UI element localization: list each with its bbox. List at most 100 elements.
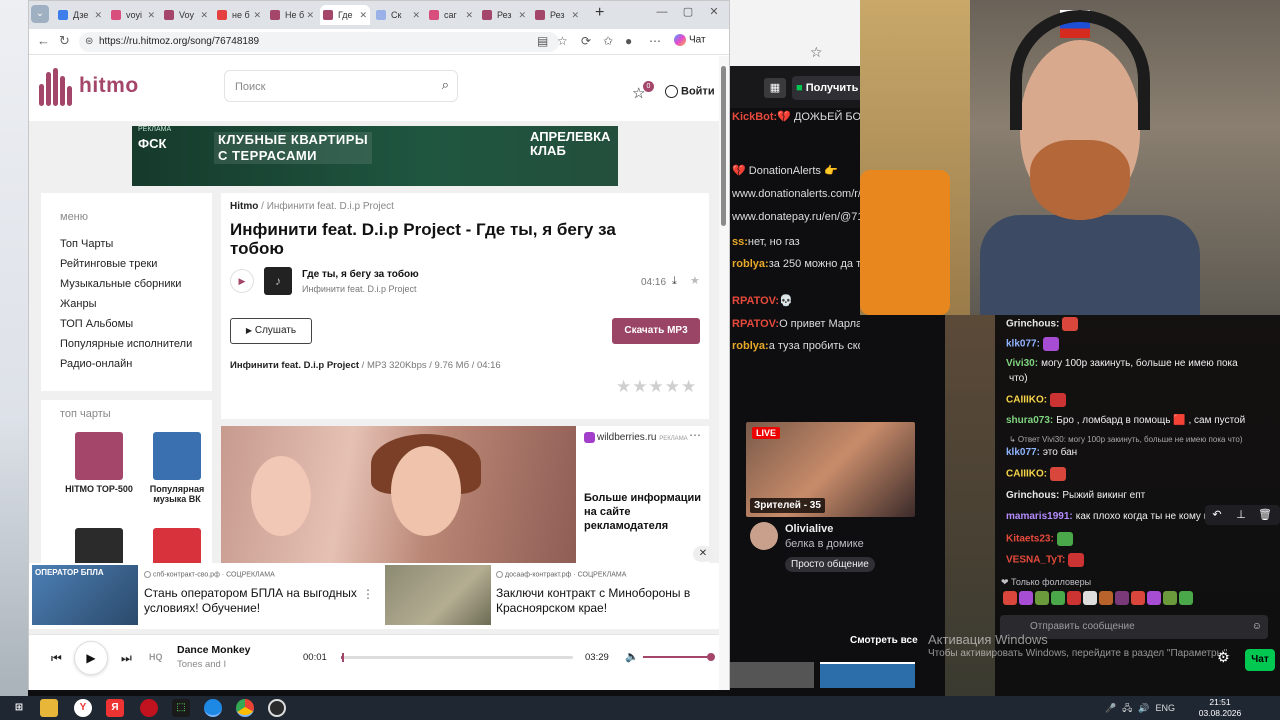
emote-icon[interactable]	[1003, 591, 1017, 605]
browser-tab[interactable]: Не б ✕	[267, 5, 317, 25]
delete-icon[interactable]: 🗑	[1253, 505, 1277, 525]
search-input[interactable]	[235, 78, 425, 96]
emote-icon[interactable]	[1115, 591, 1129, 605]
chat-username[interactable]: shura073:	[1006, 415, 1053, 426]
progress-handle[interactable]	[342, 653, 344, 662]
tab-close-icon[interactable]: ✕	[94, 5, 102, 25]
chat-username[interactable]: mamaris1991:	[1006, 511, 1073, 522]
network-icon[interactable]: 🖧	[1122, 703, 1132, 713]
chat-username[interactable]: Grinchous:	[1006, 319, 1059, 330]
extensions-icon[interactable]: ⟳	[581, 34, 591, 48]
track-name[interactable]: Где ты, я бегу за тобою	[302, 269, 419, 280]
emoji-icon[interactable]: ☺	[1252, 615, 1262, 639]
chat-username[interactable]: klk077:	[1006, 339, 1040, 350]
site-info-icon[interactable]: ⊜	[85, 32, 93, 52]
browser-tab[interactable]: Дзе ✕	[55, 5, 105, 25]
obs-icon[interactable]	[268, 699, 286, 717]
chat-username[interactable]: klk077:	[1006, 447, 1040, 458]
browser-tab[interactable]: Ск ✕	[373, 5, 423, 25]
grid-icon[interactable]: ▦	[764, 78, 786, 98]
emote-icon[interactable]	[1099, 591, 1113, 605]
chat-username[interactable]: roblya:	[732, 258, 769, 270]
download-mp3-button[interactable]: Скачать MP3	[612, 318, 700, 344]
chrome-icon[interactable]	[236, 699, 254, 717]
tab-close-icon[interactable]: ✕	[571, 5, 579, 25]
browser-tab[interactable]: Рез ✕	[532, 5, 582, 25]
chat-username[interactable]: VESNA_TyT:	[1006, 555, 1065, 566]
hitmo-logo-icon[interactable]	[39, 68, 73, 106]
next-track-icon[interactable]: ⏭	[121, 651, 132, 666]
more-options-icon[interactable]: ⋯	[689, 428, 701, 442]
rating-star-icon[interactable]: ★	[649, 377, 665, 396]
sidebar-menu-item[interactable]: Радио-онлайн	[60, 358, 132, 370]
chat-username[interactable]: ss:	[732, 236, 748, 248]
more-icon[interactable]: ⋯	[649, 34, 661, 48]
chart-tile[interactable]: HITMO TOP-500	[63, 432, 135, 494]
bookmark-star-icon[interactable]: ☆	[810, 44, 823, 61]
tab-close-icon[interactable]: ✕	[359, 5, 367, 25]
sidebar-menu-item[interactable]: Популярные исполнители	[60, 338, 192, 350]
ad-banner[interactable]: РЕКЛАМА ФСК КЛУБНЫЕ КВАРТИРЫ С ТЕРРАСАМИ…	[132, 126, 618, 186]
new-tab-button[interactable]: +	[595, 4, 604, 22]
rating-stars[interactable]: ★★★★★	[616, 377, 697, 397]
volume-slider[interactable]	[643, 653, 715, 661]
emote-icon[interactable]	[1019, 591, 1033, 605]
browser-tab[interactable]: voyi ✕	[108, 5, 158, 25]
chat-username[interactable]: CAIIIKO:	[1006, 469, 1047, 480]
emote-icon[interactable]	[1131, 591, 1145, 605]
track-artist[interactable]: Инфинити feat. D.i.p Project	[302, 284, 417, 294]
favorite-icon[interactable]: ☆	[557, 34, 568, 48]
volume-handle[interactable]	[707, 653, 715, 661]
category-tag[interactable]: Просто общение	[785, 557, 875, 572]
rating-star-icon[interactable]: ★	[681, 377, 697, 396]
chat-username[interactable]: CAIIIKO:	[1006, 395, 1047, 406]
clock[interactable]: 21:51 03.08.2026	[1198, 697, 1242, 719]
sidebar-menu-item[interactable]: Топ Чарты	[60, 238, 113, 250]
browser-tab[interactable]: Где ✕	[320, 5, 370, 25]
emote-icon[interactable]	[1035, 591, 1049, 605]
minimize-icon[interactable]: —	[649, 6, 675, 18]
browser-tab[interactable]: не б ✕	[214, 5, 264, 25]
file-explorer-icon[interactable]	[40, 699, 58, 717]
opera-icon[interactable]	[140, 699, 158, 717]
login-button[interactable]: Войти	[665, 85, 715, 98]
tab-close-icon[interactable]: ✕	[147, 5, 155, 25]
yandex-browser-icon[interactable]: Y	[74, 699, 92, 717]
chat-send-button[interactable]: Чат	[1245, 649, 1275, 671]
listen-button[interactable]: ▶ Слушать	[230, 318, 312, 344]
hq-toggle[interactable]: HQ	[149, 652, 163, 662]
yandex-music-icon[interactable]: Я	[106, 699, 124, 717]
reload-icon[interactable]: ↻	[59, 33, 70, 49]
emote-icon[interactable]	[1147, 591, 1161, 605]
streamer-info[interactable]: Olivialive белка в домике Просто общение	[750, 520, 930, 580]
stream-thumbnail[interactable]	[730, 662, 814, 688]
copilot-chat-button[interactable]: Чат	[674, 34, 706, 46]
emote-icon[interactable]	[1067, 591, 1081, 605]
browser-tab[interactable]: Voy ✕	[161, 5, 211, 25]
app-icon[interactable]: ⬚	[172, 699, 190, 717]
emote-icon[interactable]	[1083, 591, 1097, 605]
tab-close-icon[interactable]: ✕	[465, 5, 473, 25]
sidebar-menu-item[interactable]: Жанры	[60, 298, 97, 310]
reply-icon[interactable]: ↶	[1205, 505, 1229, 525]
scrollbar[interactable]	[719, 56, 729, 690]
ad-image[interactable]	[385, 565, 491, 625]
ad-image[interactable]: ОПЕРАТОР БПЛА	[32, 565, 138, 625]
chat-username[interactable]: RPATOV:	[732, 318, 779, 330]
favorite-star-icon[interactable]: ★	[690, 274, 700, 287]
volume-icon[interactable]: 🔈	[625, 650, 639, 663]
chat-username[interactable]: RPATOV:	[732, 295, 779, 307]
chat-username[interactable]: KickBot:	[732, 111, 777, 123]
breadcrumb-home[interactable]: Hitmo	[230, 201, 258, 212]
play-track-button[interactable]: ▶	[230, 269, 254, 293]
search-icon[interactable]: ⌕	[442, 77, 449, 93]
language-indicator[interactable]: ENG	[1155, 703, 1175, 713]
browser-tab[interactable]: саг ✕	[426, 5, 476, 25]
sidebar-menu-item[interactable]: Рейтинговые треки	[60, 258, 157, 270]
streamer-name[interactable]: Olivialive	[785, 523, 833, 535]
rating-star-icon[interactable]: ★	[616, 377, 632, 396]
back-icon[interactable]: ←	[37, 33, 50, 48]
ad-link[interactable]: Стань оператором БПЛА на выгодных услови…	[144, 586, 359, 616]
site-logo[interactable]: hitmo	[79, 74, 139, 98]
start-icon[interactable]: ⊞	[10, 699, 28, 717]
